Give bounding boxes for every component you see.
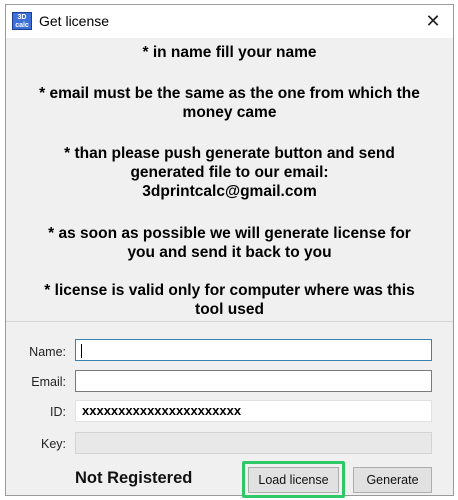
info-line: money came xyxy=(182,104,277,121)
email-field[interactable] xyxy=(75,370,432,392)
key-field xyxy=(75,432,432,454)
app-icon-text-top: 3D xyxy=(17,14,27,21)
separator xyxy=(6,321,453,322)
get-license-dialog: 3D calc Get license ✕ * in name fill you… xyxy=(5,4,454,498)
load-license-button[interactable]: Load license xyxy=(248,467,339,493)
info-line: you and send it back to you xyxy=(127,244,332,261)
window-title: Get license xyxy=(39,13,110,29)
info-line: * in name fill your name xyxy=(142,44,317,61)
registration-status: Not Registered xyxy=(75,469,193,487)
app-icon: 3D calc xyxy=(12,12,32,30)
name-label: Name: xyxy=(29,345,66,359)
name-field[interactable] xyxy=(75,339,432,361)
text-caret xyxy=(81,344,82,358)
info-line: generated file to our email: xyxy=(130,164,329,181)
info-line: * as soon as possible we will generate l… xyxy=(48,225,411,242)
id-field[interactable]: xxxxxxxxxxxxxxxxxxxxxx xyxy=(75,400,432,422)
app-icon-text-bottom: calc xyxy=(15,22,29,29)
email-label: Email: xyxy=(31,375,66,389)
id-label: ID: xyxy=(50,405,66,419)
info-line: tool used xyxy=(195,301,264,318)
key-label: Key: xyxy=(40,437,66,451)
instructions-panel: * in name fill your name * email must be… xyxy=(13,38,446,320)
info-line: 3dprintcalc@gmail.com xyxy=(142,183,317,200)
title-bar[interactable]: 3D calc Get license ✕ xyxy=(6,5,453,38)
generate-button[interactable]: Generate xyxy=(353,467,432,493)
id-value: xxxxxxxxxxxxxxxxxxxxxx xyxy=(82,403,242,418)
close-icon[interactable]: ✕ xyxy=(413,5,453,38)
info-line: * email must be the same as the one from… xyxy=(39,85,420,102)
info-line: * than please push generate button and s… xyxy=(64,145,395,162)
info-line: * license is valid only for computer whe… xyxy=(44,282,415,299)
